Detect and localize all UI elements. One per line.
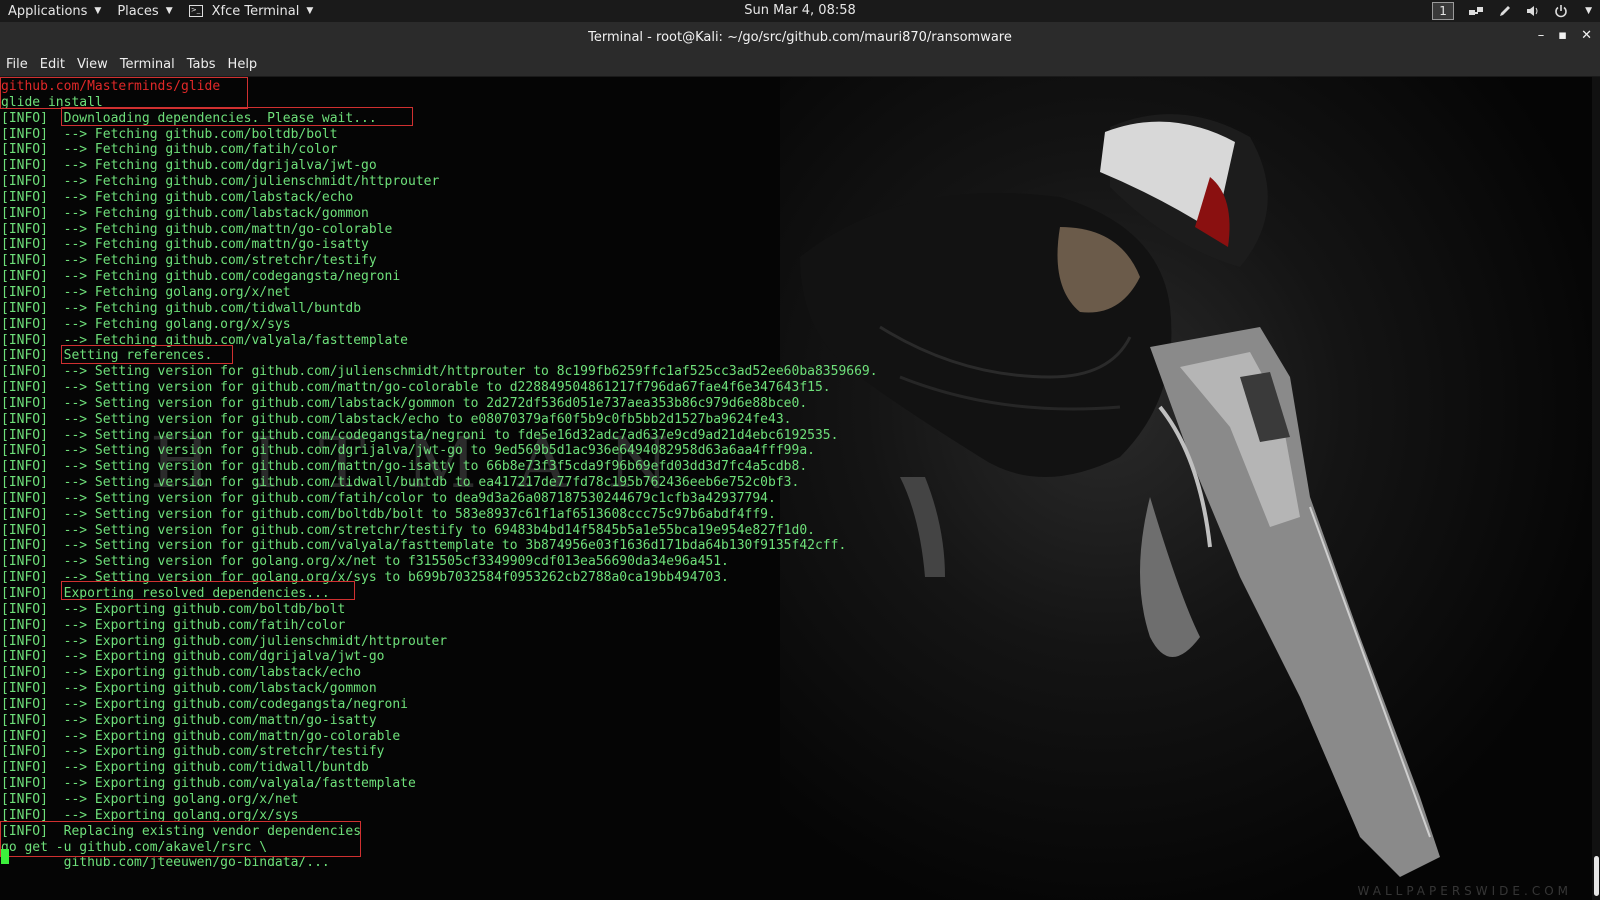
top-panel: Applications ▼ Places ▼ >_ Xfce Terminal…	[0, 0, 1600, 22]
menu-file[interactable]: File	[0, 57, 34, 72]
menu-tabs[interactable]: Tabs	[181, 57, 222, 72]
workspace-switcher[interactable]: 1	[1432, 2, 1455, 20]
terminal-line: [INFO] --> Fetching github.com/labstack/…	[1, 205, 369, 221]
app-menu[interactable]: >_ Xfce Terminal ▼	[181, 0, 322, 22]
terminal-line: [INFO] --> Setting version for github.co…	[1, 459, 808, 475]
highlight-box	[0, 77, 248, 109]
chevron-down-icon: ▼	[306, 6, 314, 16]
applications-label: Applications	[8, 3, 88, 19]
maximize-icon[interactable]: ▪	[1558, 28, 1567, 43]
terminal-line: [INFO] --> Setting version for github.co…	[1, 395, 808, 411]
terminal-line: [INFO] --> Exporting github.com/mattn/go…	[1, 712, 377, 728]
terminal-line: [INFO] --> Setting version for github.co…	[1, 443, 815, 459]
terminal-line: [INFO] --> Setting version for golang.or…	[1, 554, 729, 570]
pen-icon[interactable]	[1498, 4, 1512, 18]
terminal-line: [INFO] --> Setting version for github.co…	[1, 427, 839, 443]
terminal-line: [INFO] --> Setting version for github.co…	[1, 522, 815, 538]
places-menu[interactable]: Places ▼	[109, 0, 180, 22]
highlight-box	[61, 581, 355, 600]
terminal-line: [INFO] --> Exporting github.com/fatih/co…	[1, 617, 346, 633]
app-name-label: Xfce Terminal	[211, 3, 300, 19]
terminal-line: [INFO] --> Setting version for github.co…	[1, 506, 776, 522]
menu-view[interactable]: View	[71, 57, 114, 72]
chevron-down-icon: ▼	[94, 6, 102, 16]
terminal-line: [INFO] --> Setting version for github.co…	[1, 475, 800, 491]
minimize-icon[interactable]: –	[1538, 28, 1545, 43]
close-icon[interactable]: ✕	[1581, 28, 1592, 43]
text-cursor	[1, 849, 9, 864]
terminal-lines: github.com/Masterminds/glide glide instal…	[1, 79, 878, 871]
terminal-line: [INFO] --> Setting version for github.co…	[1, 364, 878, 380]
terminal-output[interactable]: HITMAN WALLPAPERSWIDE.COM github.com/Mas…	[0, 77, 1592, 900]
terminal-line: [INFO] --> Exporting github.com/codegang…	[1, 696, 408, 712]
terminal-line: [INFO] --> Exporting github.com/boltdb/b…	[1, 601, 346, 617]
terminal-line: [INFO] --> Fetching github.com/juliensch…	[1, 174, 440, 190]
wallpaper-credit: WALLPAPERSWIDE.COM	[1357, 884, 1572, 898]
terminal-scrollbar[interactable]	[1592, 77, 1600, 900]
terminal-line: [INFO] --> Fetching github.com/labstack/…	[1, 189, 354, 205]
terminal-line: [INFO] --> Exporting golang.org/x/net	[1, 791, 299, 807]
highlight-box	[61, 345, 233, 364]
terminal-line: [INFO] --> Fetching github.com/dgrijalva…	[1, 158, 377, 174]
terminal-line: [INFO] --> Setting version for github.co…	[1, 380, 831, 396]
terminal-icon: >_	[188, 5, 203, 17]
terminal-line: [INFO] --> Fetching github.com/boltdb/bo…	[1, 126, 338, 142]
window-title: Terminal - root@Kali: ~/go/src/github.co…	[588, 30, 1012, 45]
terminal-line: [INFO] --> Fetching github.com/tidwall/b…	[1, 300, 362, 316]
terminal-line: [INFO] --> Exporting github.com/valyala/…	[1, 776, 416, 792]
chevron-down-icon: ▼	[165, 6, 173, 16]
terminal-line: [INFO] --> Exporting github.com/tidwall/…	[1, 760, 369, 776]
terminal-line: github.com/jteeuwen/go-bindata/...	[1, 855, 330, 871]
network-icon[interactable]	[1468, 4, 1484, 18]
terminal-line: [INFO] --> Exporting github.com/mattn/go…	[1, 728, 401, 744]
applications-menu[interactable]: Applications ▼	[0, 0, 109, 22]
terminal-line: [INFO] --> Exporting github.com/labstack…	[1, 681, 377, 697]
terminal-line: [INFO] --> Exporting github.com/labstack…	[1, 665, 362, 681]
terminal-line: [INFO] --> Fetching github.com/mattn/go-…	[1, 237, 369, 253]
terminal-line: [INFO] --> Setting version for github.co…	[1, 538, 847, 554]
terminal-line: [INFO] --> Fetching golang.org/x/net	[1, 284, 291, 300]
terminal-line: [INFO] --> Setting version for github.co…	[1, 411, 792, 427]
power-icon[interactable]	[1554, 4, 1568, 18]
terminal-line: [INFO] --> Fetching github.com/codegangs…	[1, 269, 401, 285]
scrollbar-thumb[interactable]	[1594, 856, 1599, 896]
chevron-down-icon[interactable]: ▼	[1585, 6, 1592, 16]
terminal-line: [INFO] --> Exporting github.com/stretchr…	[1, 744, 385, 760]
places-label: Places	[117, 3, 159, 19]
volume-icon[interactable]	[1526, 4, 1540, 18]
terminal-line: [INFO] --> Setting version for github.co…	[1, 490, 776, 506]
terminal-line: [INFO] --> Exporting github.com/dgrijalv…	[1, 649, 385, 665]
menu-help[interactable]: Help	[222, 57, 264, 72]
menu-terminal[interactable]: Terminal	[114, 57, 181, 72]
terminal-line: [INFO] --> Exporting github.com/juliensc…	[1, 633, 448, 649]
window-titlebar[interactable]: Terminal - root@Kali: ~/go/src/github.co…	[0, 22, 1600, 52]
menu-edit[interactable]: Edit	[34, 57, 71, 72]
highlight-box	[61, 107, 413, 126]
terminal-line: [INFO] --> Fetching github.com/stretchr/…	[1, 253, 377, 269]
menu-bar: File Edit View Terminal Tabs Help	[0, 52, 1600, 77]
system-tray: 1 ▼	[1432, 0, 1592, 22]
terminal-line: [INFO] --> Fetching golang.org/x/sys	[1, 316, 291, 332]
terminal-line: [INFO] --> Fetching github.com/mattn/go-…	[1, 221, 393, 237]
highlight-box	[0, 821, 361, 857]
clock[interactable]: Sun Mar 4, 08:58	[744, 3, 856, 18]
terminal-line: [INFO] --> Fetching github.com/fatih/col…	[1, 142, 338, 158]
